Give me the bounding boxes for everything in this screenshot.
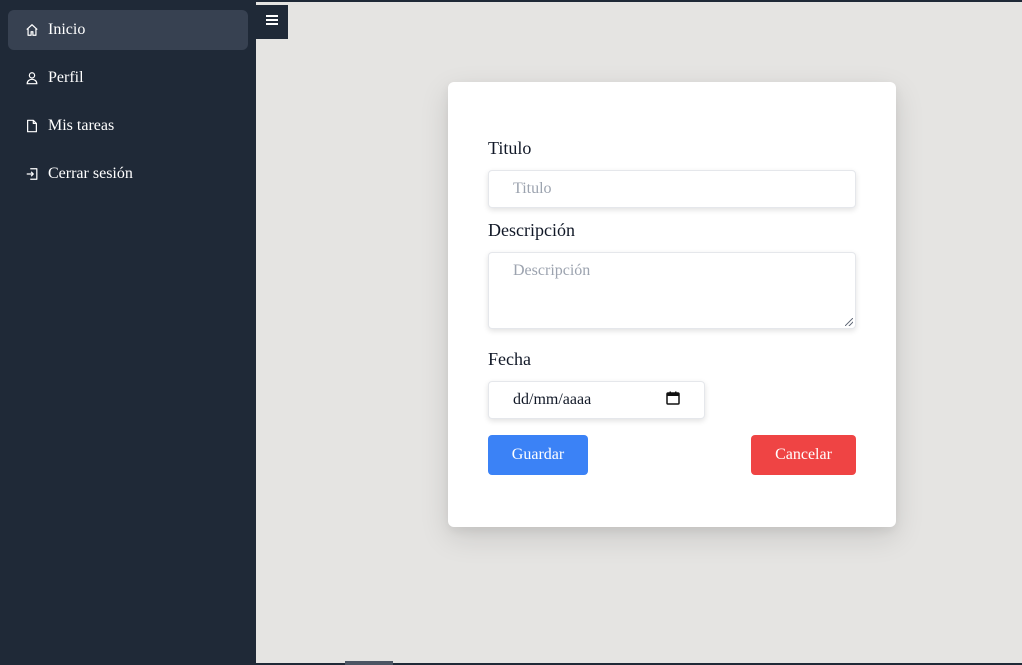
- home-icon: [24, 22, 40, 38]
- sidebar-item-label: Perfil: [48, 69, 84, 86]
- sidebar-item-label: Inicio: [48, 21, 86, 38]
- user-icon: [24, 70, 40, 86]
- sidebar-item-mis-tareas[interactable]: Mis tareas: [8, 106, 248, 146]
- sidebar-item-label: Mis tareas: [48, 117, 115, 134]
- title-input[interactable]: [488, 170, 856, 208]
- date-label: Fecha: [488, 349, 531, 369]
- description-wrapper: [448, 252, 896, 329]
- title-label: Titulo: [488, 138, 532, 158]
- scrollbar-thumb[interactable]: [345, 661, 393, 665]
- sidebar-item-label: Cerrar sesión: [48, 165, 133, 182]
- save-button[interactable]: Guardar: [488, 435, 588, 475]
- sidebar-item-inicio[interactable]: Inicio: [8, 10, 248, 50]
- menu-toggle-button[interactable]: [256, 5, 288, 39]
- document-icon: [24, 118, 40, 134]
- resize-handle-icon[interactable]: [845, 318, 853, 326]
- logout-icon: [24, 166, 40, 182]
- description-label: Descripción: [488, 220, 575, 240]
- task-form-card: Titulo Descripción Fecha dd/mm/aaaa Guar…: [448, 82, 896, 527]
- main-content: Titulo Descripción Fecha dd/mm/aaaa Guar…: [256, 2, 1022, 663]
- sidebar: Inicio Perfil Mis tareas Cerrar sesión: [0, 0, 256, 665]
- hamburger-icon: [266, 13, 278, 31]
- date-placeholder: dd/mm/aaaa: [513, 391, 592, 408]
- calendar-icon[interactable]: [666, 391, 680, 410]
- description-textarea[interactable]: [488, 252, 856, 329]
- cancel-button[interactable]: Cancelar: [751, 435, 856, 475]
- date-input[interactable]: dd/mm/aaaa: [488, 381, 705, 419]
- sidebar-item-perfil[interactable]: Perfil: [8, 58, 248, 98]
- sidebar-item-cerrar-sesion[interactable]: Cerrar sesión: [8, 154, 248, 194]
